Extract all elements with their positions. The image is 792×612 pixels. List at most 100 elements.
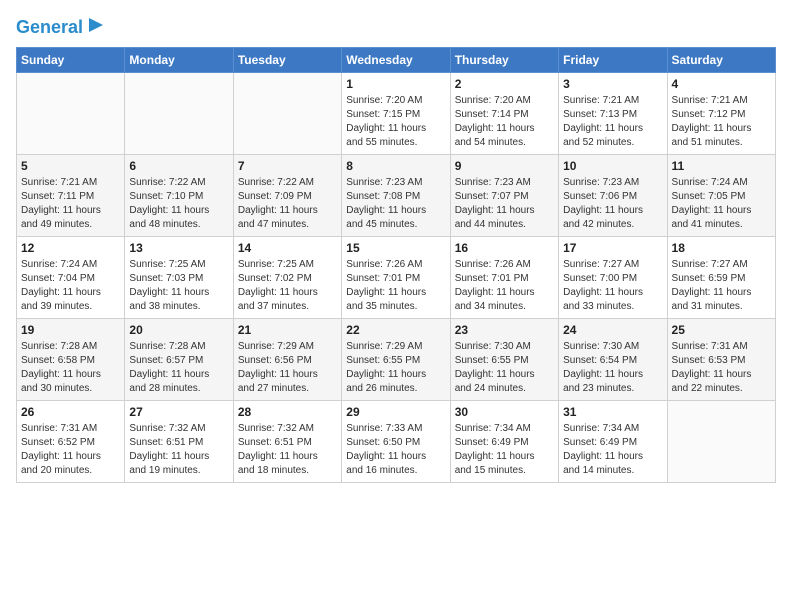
calendar-cell: 5 Sunrise: 7:21 AMSunset: 7:11 PMDaylight… — [17, 155, 125, 237]
calendar-cell: 27Sunrise: 7:32 AMSunset: 6:51 PMDayligh… — [125, 401, 233, 483]
week-row-3: 12 Sunrise: 7:24 AMSunset: 7:04 PMDayligh… — [17, 237, 776, 319]
day-number: 2 — [455, 77, 554, 91]
weekday-header-friday: Friday — [559, 48, 667, 73]
calendar-cell: 28 Sunrise: 7:32 AMSunset: 6:51 PMDayligh… — [233, 401, 341, 483]
day-info: Sunrise: 7:27 AMSunset: 7:00 PMDaylight:… — [563, 258, 662, 314]
day-number: 7 — [238, 159, 337, 173]
calendar-cell: 3Sunrise: 7:21 AMSunset: 7:13 PMDaylight… — [559, 73, 667, 155]
day-info: Sunrise: 7:22 AMSunset: 7:09 PMDaylight:… — [238, 176, 337, 232]
day-info: Sunrise: 7:23 AMSunset: 7:08 PMDaylight:… — [346, 176, 445, 232]
calendar-cell: 15 Sunrise: 7:26 AMSunset: 7:01 PMDayligh… — [342, 237, 450, 319]
day-info: Sunrise: 7:31 AMSunset: 6:53 PMDaylight:… — [672, 340, 771, 396]
day-number: 13 — [129, 241, 228, 255]
weekday-header-tuesday: Tuesday — [233, 48, 341, 73]
day-number: 15 — [346, 241, 445, 255]
day-info: Sunrise: 7:24 AMSunset: 7:04 PMDaylight:… — [21, 258, 120, 314]
logo-general: General — [16, 17, 83, 37]
day-info: Sunrise: 7:30 AMSunset: 6:55 PMDaylight:… — [455, 340, 554, 396]
calendar-cell: 1 Sunrise: 7:20 AMSunset: 7:15 PMDaylight… — [342, 73, 450, 155]
calendar-cell: 29 Sunrise: 7:33 AMSunset: 6:50 PMDayligh… — [342, 401, 450, 483]
day-info: Sunrise: 7:20 AMSunset: 7:15 PMDaylight:… — [346, 94, 445, 150]
day-number: 12 — [21, 241, 120, 255]
calendar-cell: 19 Sunrise: 7:28 AMSunset: 6:58 PMDayligh… — [17, 319, 125, 401]
day-info: Sunrise: 7:34 AMSunset: 6:49 PMDaylight:… — [563, 422, 662, 478]
day-number: 5 — [21, 159, 120, 173]
day-number: 3 — [563, 77, 662, 91]
day-number: 10 — [563, 159, 662, 173]
calendar-cell: 12 Sunrise: 7:24 AMSunset: 7:04 PMDayligh… — [17, 237, 125, 319]
day-info: Sunrise: 7:26 AMSunset: 7:01 PMDaylight:… — [346, 258, 445, 314]
calendar-cell: 10Sunrise: 7:23 AMSunset: 7:06 PMDayligh… — [559, 155, 667, 237]
calendar-cell: 2 Sunrise: 7:20 AMSunset: 7:14 PMDaylight… — [450, 73, 558, 155]
calendar-cell: 13 Sunrise: 7:25 AMSunset: 7:03 PMDayligh… — [125, 237, 233, 319]
day-number: 1 — [346, 77, 445, 91]
calendar-cell: 24Sunrise: 7:30 AMSunset: 6:54 PMDayligh… — [559, 319, 667, 401]
day-number: 22 — [346, 323, 445, 337]
day-number: 17 — [563, 241, 662, 255]
calendar-cell — [667, 401, 775, 483]
day-number: 11 — [672, 159, 771, 173]
day-info: Sunrise: 7:25 AMSunset: 7:02 PMDaylight:… — [238, 258, 337, 314]
calendar-cell: 25 Sunrise: 7:31 AMSunset: 6:53 PMDayligh… — [667, 319, 775, 401]
day-info: Sunrise: 7:32 AMSunset: 6:51 PMDaylight:… — [238, 422, 337, 478]
weekday-header-saturday: Saturday — [667, 48, 775, 73]
day-number: 16 — [455, 241, 554, 255]
weekday-header-row: SundayMondayTuesdayWednesdayThursdayFrid… — [17, 48, 776, 73]
day-info: Sunrise: 7:31 AMSunset: 6:52 PMDaylight:… — [21, 422, 120, 478]
calendar-cell: 17 Sunrise: 7:27 AMSunset: 7:00 PMDayligh… — [559, 237, 667, 319]
weekday-header-sunday: Sunday — [17, 48, 125, 73]
day-number: 4 — [672, 77, 771, 91]
weekday-header-thursday: Thursday — [450, 48, 558, 73]
day-number: 6 — [129, 159, 228, 173]
calendar-cell: 30Sunrise: 7:34 AMSunset: 6:49 PMDayligh… — [450, 401, 558, 483]
day-number: 31 — [563, 405, 662, 419]
calendar-cell: 22 Sunrise: 7:29 AMSunset: 6:55 PMDayligh… — [342, 319, 450, 401]
calendar-table: SundayMondayTuesdayWednesdayThursdayFrid… — [16, 47, 776, 483]
day-info: Sunrise: 7:33 AMSunset: 6:50 PMDaylight:… — [346, 422, 445, 478]
day-info: Sunrise: 7:22 AMSunset: 7:10 PMDaylight:… — [129, 176, 228, 232]
day-number: 19 — [21, 323, 120, 337]
week-row-5: 26 Sunrise: 7:31 AMSunset: 6:52 PMDayligh… — [17, 401, 776, 483]
calendar-cell: 11Sunrise: 7:24 AMSunset: 7:05 PMDayligh… — [667, 155, 775, 237]
day-number: 25 — [672, 323, 771, 337]
day-info: Sunrise: 7:29 AMSunset: 6:56 PMDaylight:… — [238, 340, 337, 396]
day-number: 27 — [129, 405, 228, 419]
day-number: 9 — [455, 159, 554, 173]
day-number: 26 — [21, 405, 120, 419]
calendar-cell — [233, 73, 341, 155]
day-number: 8 — [346, 159, 445, 173]
weekday-header-wednesday: Wednesday — [342, 48, 450, 73]
calendar-cell: 8 Sunrise: 7:23 AMSunset: 7:08 PMDaylight… — [342, 155, 450, 237]
day-info: Sunrise: 7:28 AMSunset: 6:57 PMDaylight:… — [129, 340, 228, 396]
day-number: 24 — [563, 323, 662, 337]
calendar-cell: 16 Sunrise: 7:26 AMSunset: 7:01 PMDayligh… — [450, 237, 558, 319]
weekday-header-monday: Monday — [125, 48, 233, 73]
calendar-cell — [17, 73, 125, 155]
calendar-cell — [125, 73, 233, 155]
day-info: Sunrise: 7:28 AMSunset: 6:58 PMDaylight:… — [21, 340, 120, 396]
day-number: 29 — [346, 405, 445, 419]
day-info: Sunrise: 7:29 AMSunset: 6:55 PMDaylight:… — [346, 340, 445, 396]
calendar-cell: 21Sunrise: 7:29 AMSunset: 6:56 PMDayligh… — [233, 319, 341, 401]
day-number: 18 — [672, 241, 771, 255]
day-info: Sunrise: 7:20 AMSunset: 7:14 PMDaylight:… — [455, 94, 554, 150]
day-info: Sunrise: 7:25 AMSunset: 7:03 PMDaylight:… — [129, 258, 228, 314]
day-number: 28 — [238, 405, 337, 419]
logo-text: General — [16, 18, 83, 38]
calendar-cell: 9 Sunrise: 7:23 AMSunset: 7:07 PMDaylight… — [450, 155, 558, 237]
day-info: Sunrise: 7:21 AMSunset: 7:12 PMDaylight:… — [672, 94, 771, 150]
week-row-1: 1 Sunrise: 7:20 AMSunset: 7:15 PMDaylight… — [17, 73, 776, 155]
calendar-cell: 31 Sunrise: 7:34 AMSunset: 6:49 PMDayligh… — [559, 401, 667, 483]
calendar-container: General SundayMondayTuesday — [0, 0, 792, 493]
logo: General — [16, 16, 105, 37]
day-info: Sunrise: 7:21 AMSunset: 7:11 PMDaylight:… — [21, 176, 120, 232]
week-row-4: 19 Sunrise: 7:28 AMSunset: 6:58 PMDayligh… — [17, 319, 776, 401]
calendar-cell: 20Sunrise: 7:28 AMSunset: 6:57 PMDayligh… — [125, 319, 233, 401]
day-info: Sunrise: 7:23 AMSunset: 7:07 PMDaylight:… — [455, 176, 554, 232]
day-info: Sunrise: 7:26 AMSunset: 7:01 PMDaylight:… — [455, 258, 554, 314]
day-info: Sunrise: 7:34 AMSunset: 6:49 PMDaylight:… — [455, 422, 554, 478]
calendar-cell: 4 Sunrise: 7:21 AMSunset: 7:12 PMDaylight… — [667, 73, 775, 155]
day-number: 14 — [238, 241, 337, 255]
logo-arrow-icon — [87, 16, 105, 39]
calendar-cell: 7 Sunrise: 7:22 AMSunset: 7:09 PMDaylight… — [233, 155, 341, 237]
